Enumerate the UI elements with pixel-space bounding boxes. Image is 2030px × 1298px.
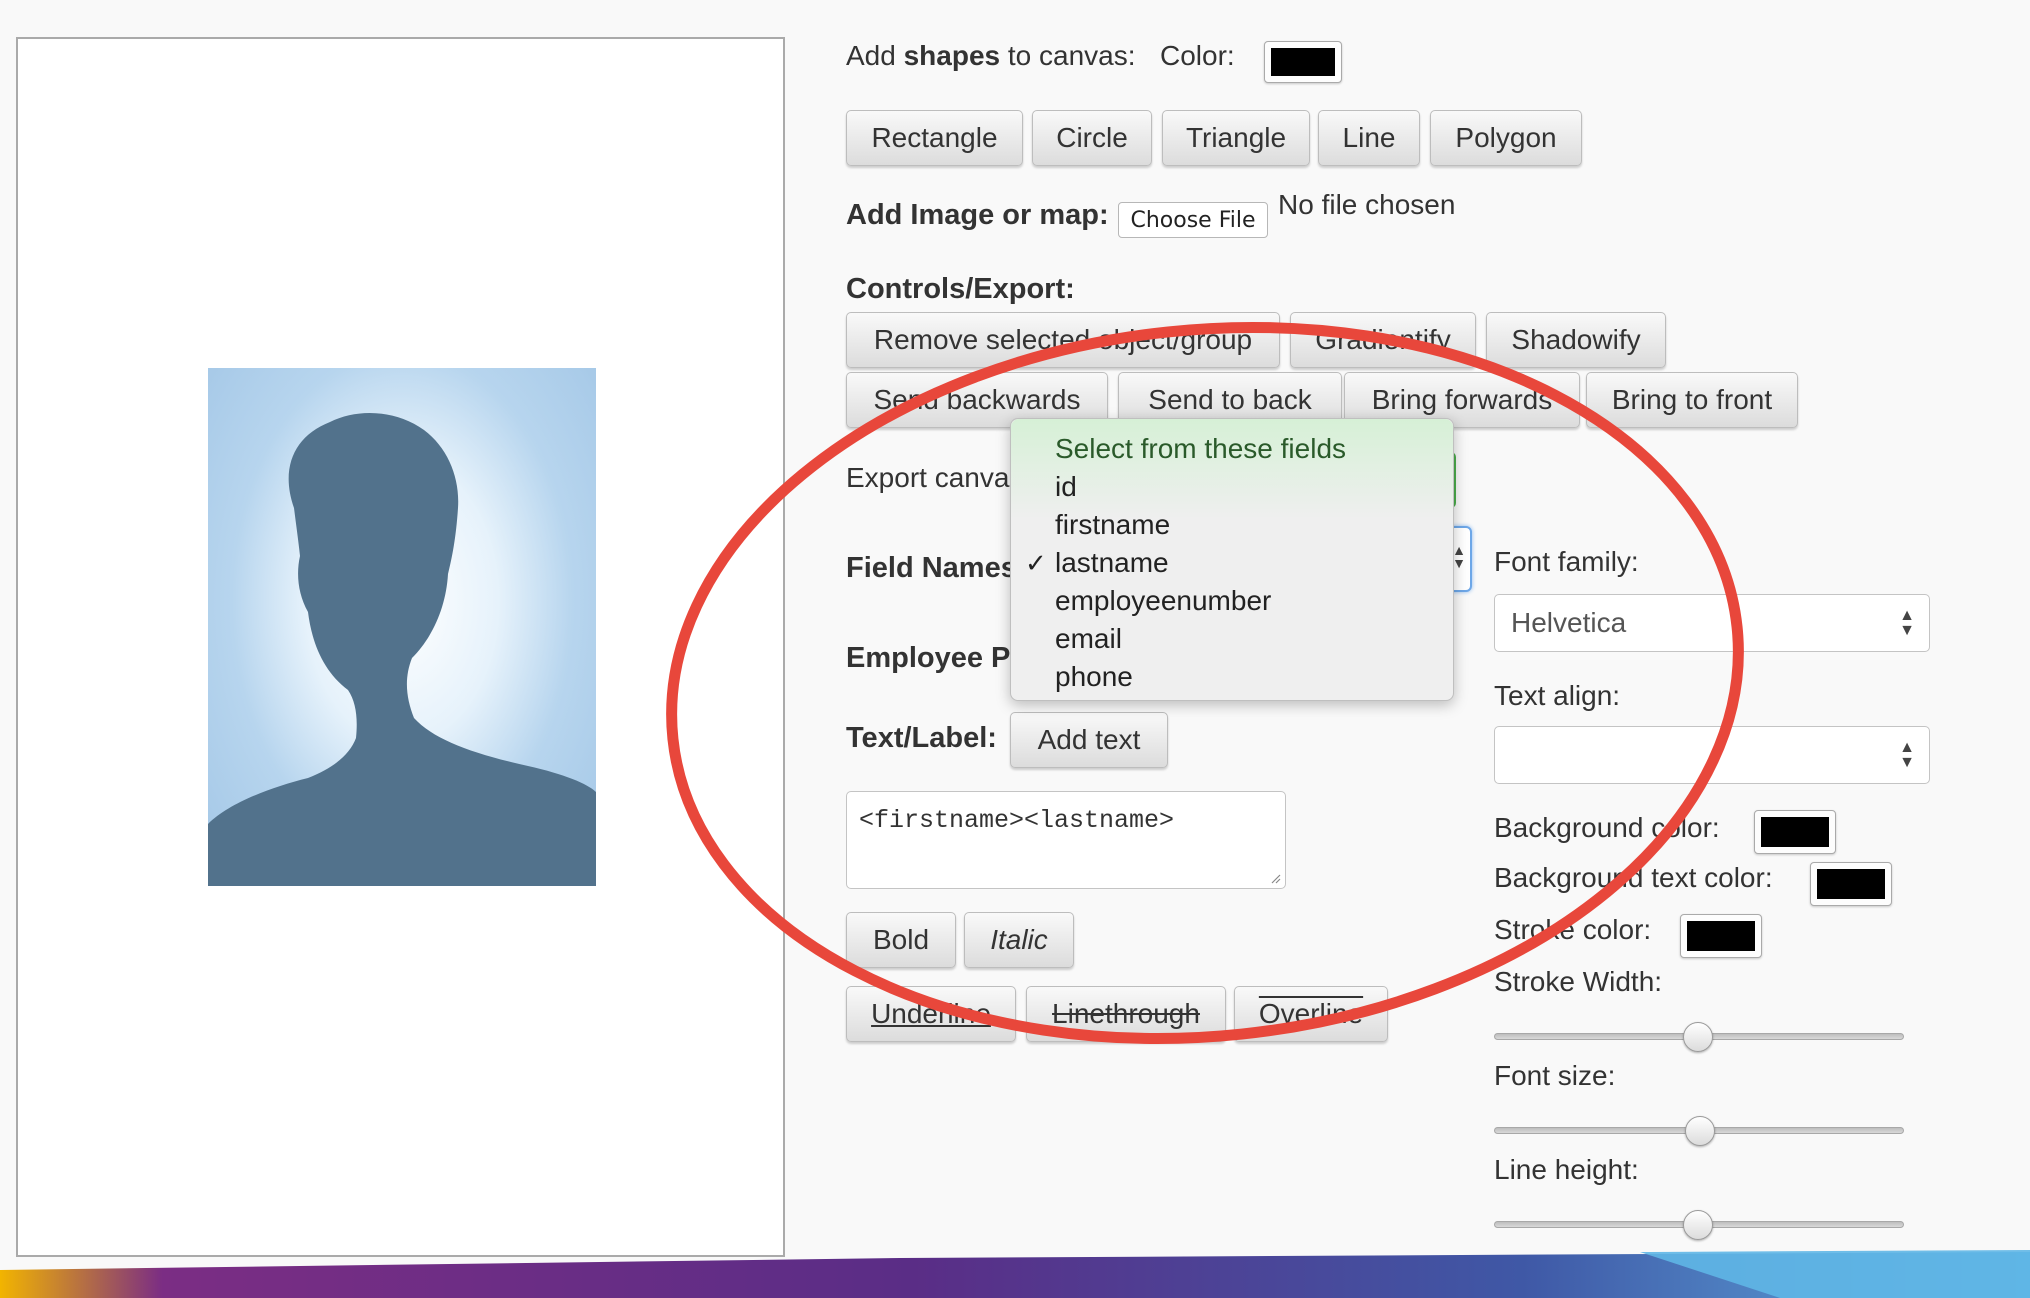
shapes-label: Add shapes to canvas: [846,40,1136,72]
add-image-label: Add Image or map: [846,199,1109,231]
rectangle-button[interactable]: Rectangle [846,110,1023,166]
shapes-label-suffix: to canvas: [1000,40,1136,71]
dropdown-option-lastname[interactable]: ✓ lastname [1011,544,1453,582]
background-color-picker[interactable] [1754,810,1836,854]
line-height-label: Line height: [1494,1154,1639,1185]
field-names-label: Field Names [846,552,1017,584]
silhouette-icon [208,412,596,886]
italic-button[interactable]: Italic [964,912,1074,968]
dropdown-option-email[interactable]: email [1011,620,1453,658]
dropdown-option-employeenumber[interactable]: employeenumber [1011,582,1453,620]
shapes-label-prefix: Add [846,40,904,71]
add-text-button[interactable]: Add text [1010,712,1168,768]
dropdown-option-placeholder[interactable]: Select from these fields [1011,430,1453,468]
checkmark-icon: ✓ [1025,548,1047,578]
remove-selected-button[interactable]: Remove selected object/group [846,312,1280,368]
text-label: Text/Label: [846,722,997,754]
text-input-value: <firstname><lastname> [859,806,1175,835]
dropdown-option-lastname-label: lastname [1055,547,1169,578]
field-names-dropdown[interactable]: Select from these fields id firstname ✓ … [1010,418,1454,701]
background-text-color-fill [1817,869,1885,899]
font-size-label: Font size: [1494,1060,1616,1091]
line-button[interactable]: Line [1318,110,1420,166]
stroke-color-label: Stroke color: [1494,914,1652,945]
footer-decoration [0,1250,2030,1298]
gradientify-button[interactable]: Gradientify [1290,312,1476,368]
shape-color-fill [1271,48,1335,76]
background-color-label: Background color: [1494,812,1720,843]
export-canvas-label: Export canva [846,462,1010,493]
font-family-select[interactable]: Helvetica ▲ ▼ [1494,594,1930,652]
employee-pic-label: Employee Pi [846,642,1019,674]
stroke-width-label: Stroke Width: [1494,966,1663,997]
overline-button[interactable]: Overline [1234,986,1388,1042]
font-size-slider-thumb[interactable] [1685,1116,1715,1146]
select-arrows-icon: ▲ ▼ [1452,542,1466,571]
bring-to-front-button[interactable]: Bring to front [1586,372,1798,428]
triangle-button[interactable]: Triangle [1162,110,1310,166]
dropdown-option-phone[interactable]: phone [1011,658,1453,696]
circle-button[interactable]: Circle [1032,110,1152,166]
choose-file-button[interactable]: Choose File [1118,202,1268,238]
text-input-area[interactable]: <firstname><lastname> [846,791,1286,889]
text-align-label: Text align: [1494,680,1621,711]
stroke-color-fill [1687,921,1755,951]
text-align-select[interactable]: ▲ ▼ [1494,726,1930,784]
employee-photo-placeholder[interactable] [208,368,596,886]
select-arrows-icon: ▲ ▼ [1899,607,1915,639]
font-family-label: Font family: [1494,546,1639,577]
underline-button[interactable]: Underline [846,986,1016,1042]
background-text-color-picker[interactable] [1810,862,1892,906]
shape-color-label: Color: [1160,40,1235,71]
background-text-color-label: Background text color: [1494,862,1773,893]
dropdown-option-id[interactable]: id [1011,468,1453,506]
resize-handle-icon[interactable] [1269,872,1281,884]
bold-button[interactable]: Bold [846,912,956,968]
stroke-width-slider-thumb[interactable] [1683,1022,1713,1052]
controls-export-title: Controls/Export: [846,273,1075,305]
shapes-label-bold: shapes [903,40,1001,71]
file-status: No file chosen [1278,189,1456,220]
dropdown-option-firstname[interactable]: firstname [1011,506,1453,544]
shape-color-picker[interactable] [1264,41,1342,83]
font-family-value: Helvetica [1511,607,1627,638]
select-arrows-icon: ▲ ▼ [1899,739,1915,771]
polygon-button[interactable]: Polygon [1430,110,1582,166]
line-height-slider-thumb[interactable] [1683,1210,1713,1240]
shadowify-button[interactable]: Shadowify [1486,312,1666,368]
stroke-color-picker[interactable] [1680,914,1762,958]
background-color-fill [1761,817,1829,847]
linethrough-button[interactable]: Linethrough [1026,986,1226,1042]
